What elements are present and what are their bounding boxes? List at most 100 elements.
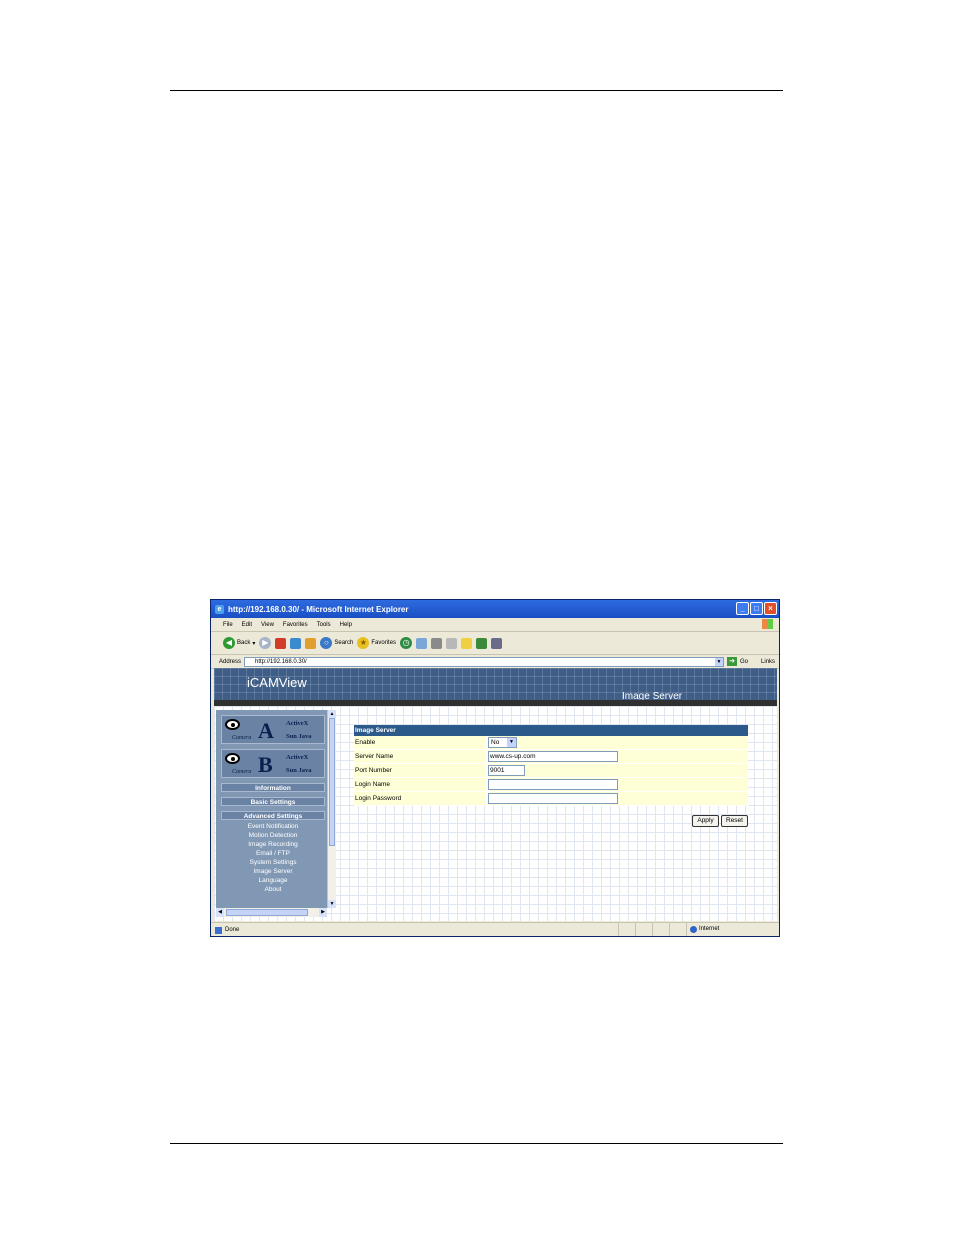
toolbar: ◀ Back ▾ ▶ ○ Search ★ Favorites ◷ [211, 632, 779, 655]
sidebar-item-motion-detection[interactable]: Motion Detection [221, 832, 325, 839]
scroll-down-icon[interactable]: ▼ [328, 900, 336, 908]
sidebar-item-information[interactable]: Information [221, 783, 325, 792]
chevron-down-icon[interactable]: ▼ [715, 657, 724, 666]
image-server-form: Image Server Enable No ▼ Server Name www… [354, 725, 748, 806]
mail-icon[interactable] [416, 637, 428, 649]
apply-button[interactable]: Apply [692, 815, 719, 827]
menu-favorites[interactable]: Favorites [283, 622, 308, 628]
minimize-button[interactable]: _ [736, 602, 749, 615]
scroll-right-icon[interactable]: ▶ [319, 908, 327, 917]
stop-icon[interactable] [275, 637, 287, 649]
favorites-button[interactable]: ★ Favorites [357, 637, 396, 649]
brand-logo: iCAMView [247, 675, 307, 690]
camera-a-word: Camera [232, 735, 252, 741]
research-icon[interactable] [491, 637, 503, 649]
forward-button[interactable]: ▶ [259, 637, 272, 649]
sidebar-horizontal-scrollbar[interactable]: ◀ ▶ [216, 908, 327, 917]
go-arrow-icon[interactable]: ➔ [727, 657, 738, 666]
port-number-label: Port Number [354, 763, 487, 778]
links-button[interactable]: Links [761, 659, 775, 665]
enable-label: Enable [354, 736, 487, 750]
refresh-icon[interactable] [290, 637, 302, 649]
close-button[interactable]: × [764, 602, 777, 615]
menu-help[interactable]: Help [340, 622, 352, 628]
search-icon: ○ [320, 637, 333, 649]
server-name-label: Server Name [354, 749, 487, 764]
history-icon[interactable]: ◷ [400, 637, 413, 649]
windows-logo-icon [762, 619, 773, 629]
menu-edit[interactable]: Edit [242, 622, 252, 628]
chevron-down-icon: ▾ [252, 640, 256, 647]
search-button[interactable]: ○ Search [320, 637, 353, 649]
window-title: http://192.168.0.30/ - Microsoft Interne… [228, 604, 409, 614]
print-icon[interactable] [431, 637, 443, 649]
footer-rule [170, 1143, 783, 1144]
server-name-input[interactable]: www.cs-up.com [488, 751, 618, 762]
port-number-input[interactable]: 9001 [488, 765, 525, 776]
scroll-up-icon[interactable]: ▲ [328, 710, 336, 718]
internet-zone: Internet [686, 923, 779, 936]
messenger-icon[interactable] [476, 637, 488, 649]
camera-eye-icon [225, 753, 240, 764]
sidebar: A Camera ActiveX Sun Java B Camera Activ… [216, 710, 327, 908]
sidebar-item-image-server[interactable]: Image Server [221, 868, 325, 875]
table-row: Port Number 9001 [354, 763, 748, 778]
home-icon[interactable] [305, 637, 317, 649]
table-row: Enable No ▼ [354, 736, 748, 750]
status-bar: Done Internet [211, 922, 779, 936]
scrollbar-thumb[interactable] [226, 909, 308, 916]
table-row: Login Password [354, 791, 748, 806]
header-rule [170, 90, 783, 91]
sidebar-item-advanced-settings[interactable]: Advanced Settings [221, 811, 325, 820]
camera-a-java-link[interactable]: Sun Java [286, 733, 311, 740]
sidebar-item-about[interactable]: About [221, 886, 325, 893]
maximize-button[interactable]: □ [750, 602, 763, 615]
edit-icon[interactable] [446, 637, 458, 649]
login-password-label: Login Password [354, 791, 487, 806]
login-name-label: Login Name [354, 777, 487, 792]
back-arrow-icon: ◀ [223, 637, 235, 649]
camera-b-word: Camera [232, 769, 252, 775]
menu-file[interactable]: File [223, 622, 233, 628]
menu-view[interactable]: View [261, 622, 274, 628]
table-row: Server Name www.cs-up.com [354, 749, 748, 764]
sidebar-item-system-settings[interactable]: System Settings [221, 859, 325, 866]
scroll-left-icon[interactable]: ◀ [216, 908, 224, 917]
menu-tools[interactable]: Tools [317, 622, 331, 628]
sidebar-item-image-recording[interactable]: Image Recording [221, 841, 325, 848]
banner: iCAMView Image Server [214, 668, 777, 706]
form-title: Image Server [354, 725, 748, 736]
address-label: Address [219, 658, 242, 665]
enable-select[interactable]: No ▼ [488, 737, 517, 748]
ie-window: e http://192.168.0.30/ - Microsoft Inter… [210, 599, 780, 937]
back-button[interactable]: ◀ Back ▾ [223, 637, 255, 649]
sidebar-item-basic-settings[interactable]: Basic Settings [221, 797, 325, 806]
camera-a-activex-link[interactable]: ActiveX [286, 720, 308, 727]
discuss-icon[interactable] [461, 637, 473, 649]
chevron-down-icon: ▼ [507, 738, 516, 747]
sidebar-item-email-ftp[interactable]: Email / FTP [221, 850, 325, 857]
login-password-input[interactable] [488, 793, 618, 804]
sidebar-item-event-notification[interactable]: Event Notification [221, 823, 325, 830]
sidebar-vertical-scrollbar[interactable]: ▲ ▼ [327, 710, 336, 908]
star-icon: ★ [357, 637, 370, 649]
login-name-input[interactable] [488, 779, 618, 790]
camera-b-java-link[interactable]: Sun Java [286, 767, 311, 774]
reset-button[interactable]: Reset [721, 815, 748, 827]
scrollbar-thumb[interactable] [329, 718, 335, 846]
sidebar-item-language[interactable]: Language [221, 877, 325, 884]
camera-a-panel: A Camera ActiveX Sun Java [221, 715, 325, 744]
window-controls: _ □ × [736, 602, 777, 615]
web-content: iCAMView Image Server A Camera ActiveX S… [214, 668, 777, 921]
camera-b-panel: B Camera ActiveX Sun Java [221, 749, 325, 778]
camera-b-letter: B [258, 752, 273, 777]
go-button[interactable]: Go [740, 659, 748, 665]
menu-bar: File Edit View Favorites Tools Help [211, 618, 779, 632]
camera-b-activex-link[interactable]: ActiveX [286, 754, 308, 761]
table-row: Login Name [354, 777, 748, 792]
status-text: Done [211, 926, 618, 934]
address-input[interactable]: http://192.168.0.30/ ▼ [244, 656, 725, 667]
camera-eye-icon [225, 719, 240, 730]
ie-icon: e [215, 604, 224, 614]
address-bar: Address http://192.168.0.30/ ▼ ➔ Go Link… [211, 655, 779, 669]
